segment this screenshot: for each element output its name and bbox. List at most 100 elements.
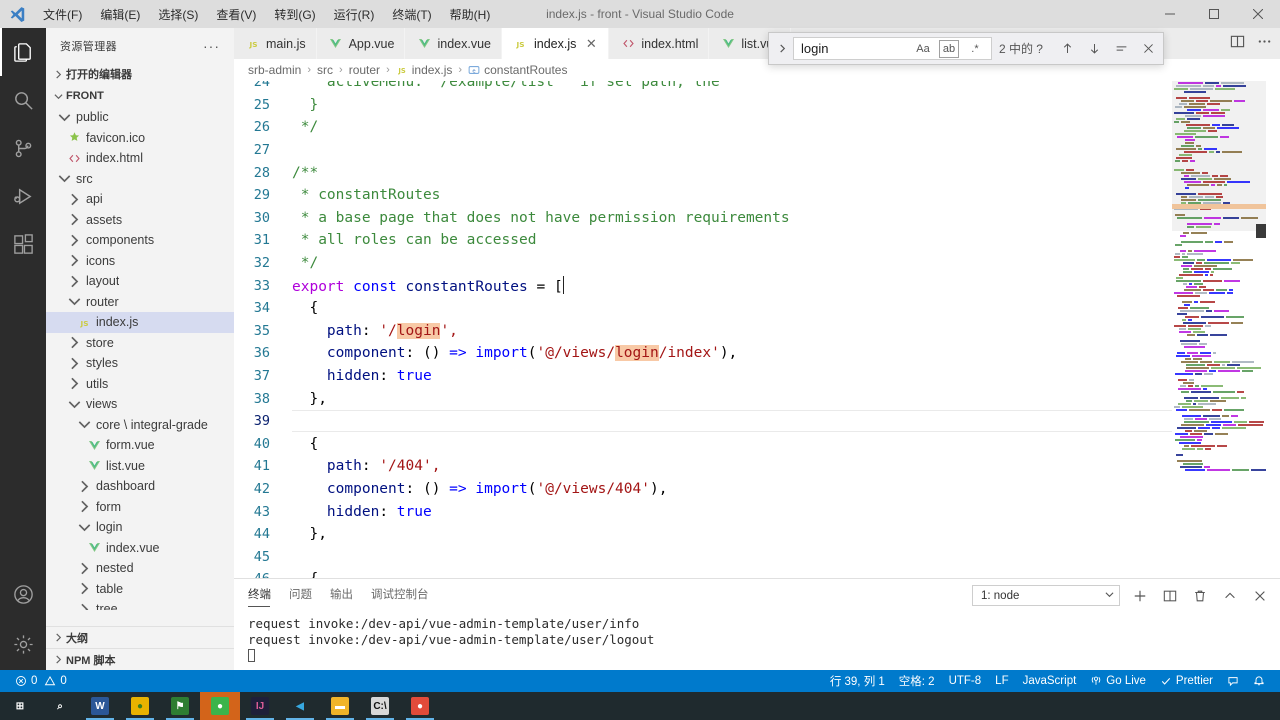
find-in-selection-icon[interactable]: [1112, 40, 1130, 58]
menu-help[interactable]: 帮助(H): [441, 3, 500, 26]
taskbar-cmd-icon[interactable]: C:\: [360, 692, 400, 720]
status-feedback-icon[interactable]: [1220, 670, 1246, 692]
taskbar-vscode-icon[interactable]: ◀: [280, 692, 320, 720]
next-match-icon[interactable]: [1085, 40, 1103, 58]
status-go-live[interactable]: Go Live: [1083, 670, 1153, 692]
tree-item-styles[interactable]: styles: [46, 353, 234, 374]
tree-item-store[interactable]: store: [46, 333, 234, 354]
breadcrumb-item-index-js[interactable]: JS index.js: [396, 63, 452, 77]
code-editor[interactable]: 24 activeMenu: '/example/list' if set pa…: [234, 81, 1280, 602]
menu-file[interactable]: 文件(F): [34, 3, 91, 26]
panel-tab-1[interactable]: 问题: [289, 586, 312, 605]
tree-item-core-integral-grade[interactable]: core \ integral-grade: [46, 415, 234, 436]
split-terminal-icon[interactable]: [1160, 586, 1180, 606]
activity-run-debug-icon[interactable]: [0, 172, 46, 220]
breadcrumb-item-src[interactable]: src: [317, 63, 333, 77]
taskbar-chrome-icon[interactable]: ●: [400, 692, 440, 720]
editor-tab-App-vue[interactable]: App.vue: [316, 28, 406, 59]
terminal-output[interactable]: request invoke:/dev-api/vue-admin-templa…: [234, 612, 1280, 664]
editor-tab-index-html[interactable]: index.html: [609, 28, 710, 59]
status-problems[interactable]: 0 0: [8, 670, 74, 692]
menu-run[interactable]: 运行(R): [325, 3, 384, 26]
tree-item-icons[interactable]: icons: [46, 251, 234, 272]
tree-item-form[interactable]: form: [46, 497, 234, 518]
tree-item-index-js[interactable]: JS index.js: [46, 312, 234, 333]
sidebar-more-icon[interactable]: ···: [203, 38, 228, 54]
tree-item-components[interactable]: components: [46, 230, 234, 251]
breadcrumb-item-srb-admin[interactable]: srb-admin: [248, 63, 301, 77]
match-case-icon[interactable]: Aa: [913, 40, 933, 58]
minimap[interactable]: [1172, 81, 1266, 602]
breadcrumb-item-constantroutes[interactable]: e constantRoutes: [468, 63, 567, 77]
tree-item-assets[interactable]: assets: [46, 210, 234, 231]
taskbar-intellij-icon[interactable]: IJ: [240, 692, 280, 720]
tree-item-list-vue[interactable]: list.vue: [46, 456, 234, 477]
status-cursor-position[interactable]: 行 39, 列 1: [823, 670, 892, 692]
tree-item-layout[interactable]: layout: [46, 271, 234, 292]
menu-edit[interactable]: 编辑(E): [91, 3, 149, 26]
menu-selection[interactable]: 选择(S): [149, 3, 207, 26]
activity-extensions-icon[interactable]: [0, 220, 46, 268]
editor-tab-index-vue[interactable]: index.vue: [405, 28, 502, 59]
activity-account-icon[interactable]: [0, 570, 46, 618]
taskbar-file-explorer-icon[interactable]: ▬: [320, 692, 360, 720]
activity-settings-gear-icon[interactable]: [0, 618, 46, 670]
more-actions-icon[interactable]: [1257, 34, 1272, 54]
minimize-button[interactable]: [1148, 0, 1192, 28]
sidebar-section-outline[interactable]: 大纲: [46, 626, 234, 648]
tree-item-utils[interactable]: utils: [46, 374, 234, 395]
close-panel-icon[interactable]: [1250, 586, 1270, 606]
tree-item-index-html[interactable]: index.html: [46, 148, 234, 169]
panel-tab-0[interactable]: 终端: [248, 586, 271, 607]
tree-item-public[interactable]: public: [46, 107, 234, 128]
sidebar-section-open-editors[interactable]: 打开的编辑器: [46, 63, 234, 85]
tree-item-form-vue[interactable]: form.vue: [46, 435, 234, 456]
kill-terminal-trash-icon[interactable]: [1190, 586, 1210, 606]
close-button[interactable]: [1236, 0, 1280, 28]
tree-item-api[interactable]: api: [46, 189, 234, 210]
menu-go[interactable]: 转到(G): [265, 3, 324, 26]
tree-item-index-vue[interactable]: index.vue: [46, 538, 234, 559]
close-icon[interactable]: [1139, 40, 1157, 58]
breadcrumb-item-router[interactable]: router: [349, 63, 380, 77]
taskbar-start-button[interactable]: ⊞: [0, 692, 40, 720]
tree-item-tree[interactable]: tree: [46, 599, 234, 610]
activity-explorer-icon[interactable]: [0, 28, 46, 76]
status-eol[interactable]: LF: [988, 670, 1015, 692]
menu-view[interactable]: 查看(V): [207, 3, 265, 26]
activity-search-icon[interactable]: [0, 76, 46, 124]
tree-item-views[interactable]: views: [46, 394, 234, 415]
editor-vertical-scrollbar[interactable]: [1266, 81, 1280, 602]
tree-item-favicon-ico[interactable]: favicon.ico: [46, 128, 234, 149]
editor-tab-index-js[interactable]: JS index.js ✕: [501, 28, 610, 59]
tree-item-dashboard[interactable]: dashboard: [46, 476, 234, 497]
taskbar-browser-icon[interactable]: ●: [120, 692, 160, 720]
tree-item-table[interactable]: table: [46, 579, 234, 600]
terminal-selector[interactable]: 1: node: [972, 585, 1120, 606]
tree-item-login[interactable]: login: [46, 517, 234, 538]
panel-tab-3[interactable]: 调试控制台: [371, 586, 429, 605]
previous-match-icon[interactable]: [1058, 40, 1076, 58]
find-input[interactable]: login Aa ab .*: [793, 37, 992, 60]
sidebar-section-npm-scripts[interactable]: NPM 脚本: [46, 648, 234, 670]
menu-terminal[interactable]: 终端(T): [383, 3, 440, 26]
whole-word-icon[interactable]: ab: [938, 39, 959, 58]
maximize-panel-icon[interactable]: [1220, 586, 1240, 606]
split-editor-icon[interactable]: [1230, 34, 1245, 54]
taskbar-wechat-icon[interactable]: ●: [200, 692, 240, 720]
maximize-button[interactable]: [1192, 0, 1236, 28]
tree-item-router[interactable]: router: [46, 292, 234, 313]
taskbar-search-icon[interactable]: ⌕: [40, 692, 80, 720]
use-regex-icon[interactable]: .*: [965, 40, 985, 58]
close-icon[interactable]: ✕: [584, 36, 598, 52]
tree-item-nested[interactable]: nested: [46, 558, 234, 579]
tree-item-src[interactable]: src: [46, 169, 234, 190]
status-prettier[interactable]: Prettier: [1153, 670, 1220, 692]
status-indentation[interactable]: 空格: 2: [892, 670, 942, 692]
sidebar-section-project[interactable]: FRONT: [46, 85, 234, 107]
editor-tab-main-js[interactable]: JS main.js: [234, 28, 317, 59]
toggle-replace-chevron-right-icon[interactable]: [773, 44, 791, 53]
status-notifications-icon[interactable]: [1246, 670, 1272, 692]
activity-source-control-icon[interactable]: [0, 124, 46, 172]
status-encoding[interactable]: UTF-8: [942, 670, 989, 692]
